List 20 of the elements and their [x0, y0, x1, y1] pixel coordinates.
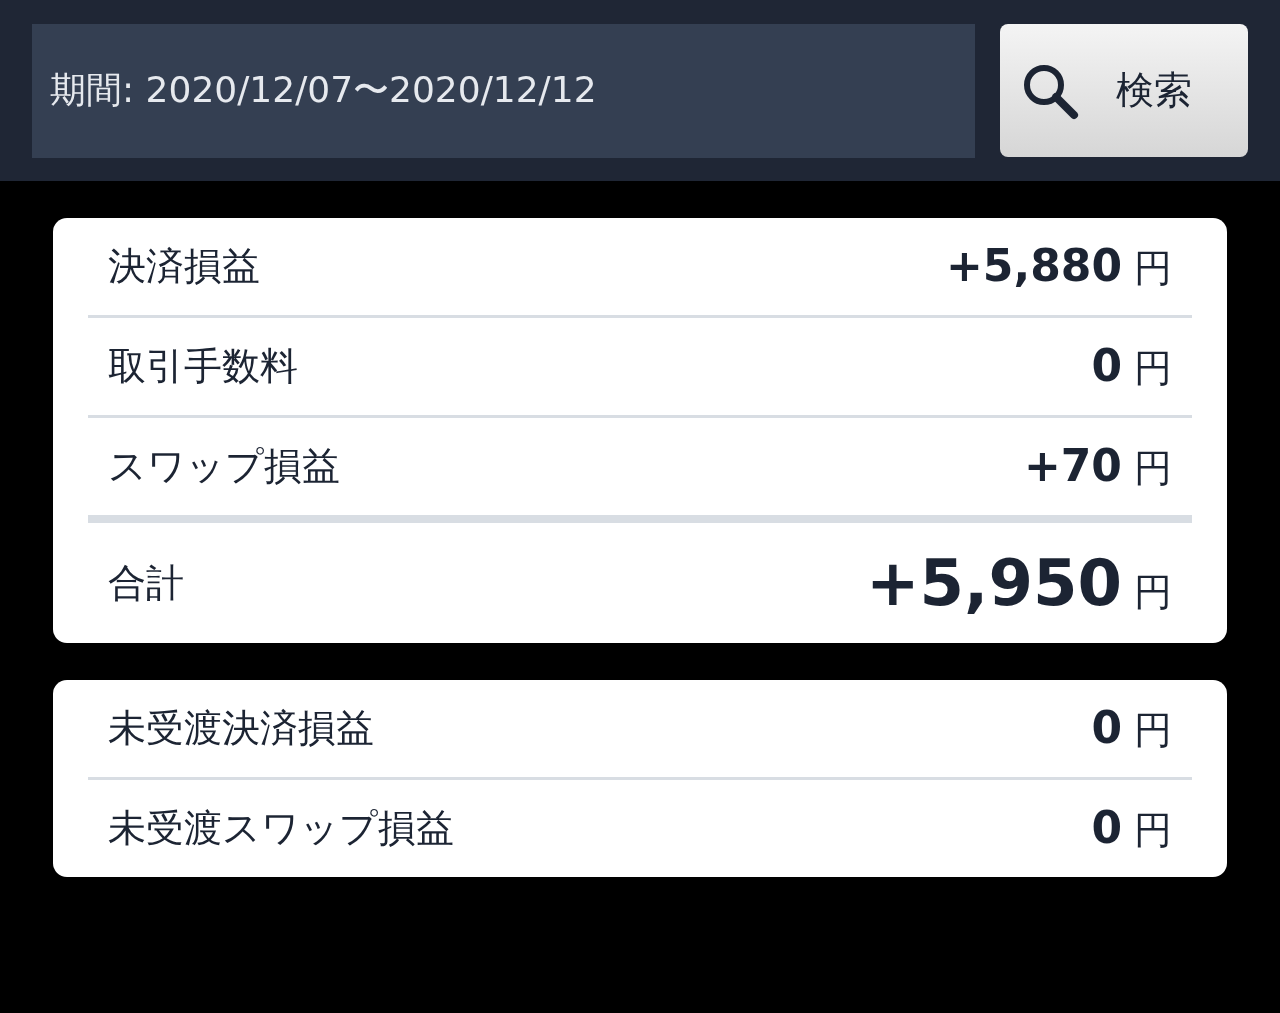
- amount-value: +5,950: [865, 546, 1122, 620]
- row-label: 未受渡スワップ損益: [108, 805, 454, 852]
- yen-unit: 円: [1134, 806, 1172, 854]
- yen-unit: 円: [1134, 244, 1172, 292]
- row-label: 決済損益: [108, 243, 260, 290]
- amount-value: 0: [1091, 801, 1122, 853]
- row-label: 取引手数料: [108, 343, 298, 390]
- period-field[interactable]: 期間: 2020/12/07〜2020/12/12: [32, 23, 975, 158]
- yen-unit: 円: [1134, 344, 1172, 392]
- search-button[interactable]: 検索: [1000, 24, 1248, 157]
- amount-value: 0: [1091, 339, 1122, 391]
- row-label: 未受渡決済損益: [108, 705, 374, 752]
- amount-value: +5,880: [945, 239, 1122, 291]
- amount-value: +70: [1023, 439, 1122, 491]
- amount-value: 0: [1091, 701, 1122, 753]
- yen-unit: 円: [1134, 444, 1172, 492]
- yen-unit: 円: [1134, 706, 1172, 754]
- yen-unit: 円: [1134, 569, 1172, 616]
- row-label: 合計: [108, 559, 184, 607]
- row-label: スワップ損益: [108, 443, 340, 490]
